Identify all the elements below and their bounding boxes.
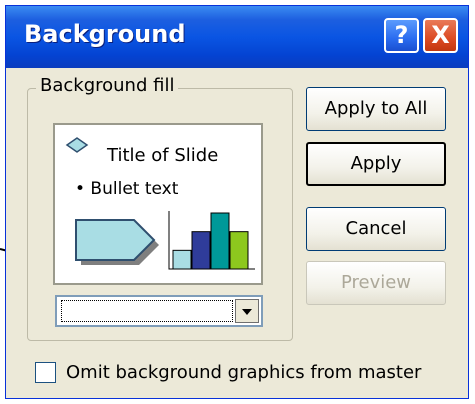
cancel-button[interactable]: Cancel xyxy=(306,207,446,251)
title-bar[interactable]: Background ? X xyxy=(6,6,468,68)
arrow-shape-icon xyxy=(75,219,159,265)
dropdown-arrow-button[interactable] xyxy=(235,299,259,323)
omit-graphics-checkbox[interactable] xyxy=(35,362,56,383)
diamond-icon xyxy=(65,137,89,153)
help-button[interactable]: ? xyxy=(384,18,419,53)
apply-to-all-button[interactable]: Apply to All xyxy=(306,87,446,131)
fill-color-value xyxy=(61,300,233,322)
fill-color-dropdown[interactable] xyxy=(55,295,263,327)
preview-chart-bar xyxy=(229,231,249,270)
preview-chart-bar xyxy=(210,212,230,270)
bar-chart-icon xyxy=(168,211,255,270)
background-fill-label: Background fill xyxy=(36,75,179,96)
preview-chart-bar xyxy=(172,249,192,270)
close-button[interactable]: X xyxy=(423,18,458,53)
preview-bullet-text: • Bullet text xyxy=(75,179,179,199)
slide-preview: Title of Slide • Bullet text xyxy=(53,123,263,285)
chevron-down-icon xyxy=(242,309,252,315)
dialog-title: Background xyxy=(24,20,186,48)
background-dialog: Background ? X Background fill Title of … xyxy=(5,5,469,399)
omit-graphics-label[interactable]: Omit background graphics from master xyxy=(66,362,421,383)
preview-chart-bar xyxy=(191,231,211,270)
apply-button[interactable]: Apply xyxy=(306,142,446,186)
preview-button[interactable]: Preview xyxy=(306,261,446,305)
preview-slide-title: Title of Slide xyxy=(107,145,219,166)
